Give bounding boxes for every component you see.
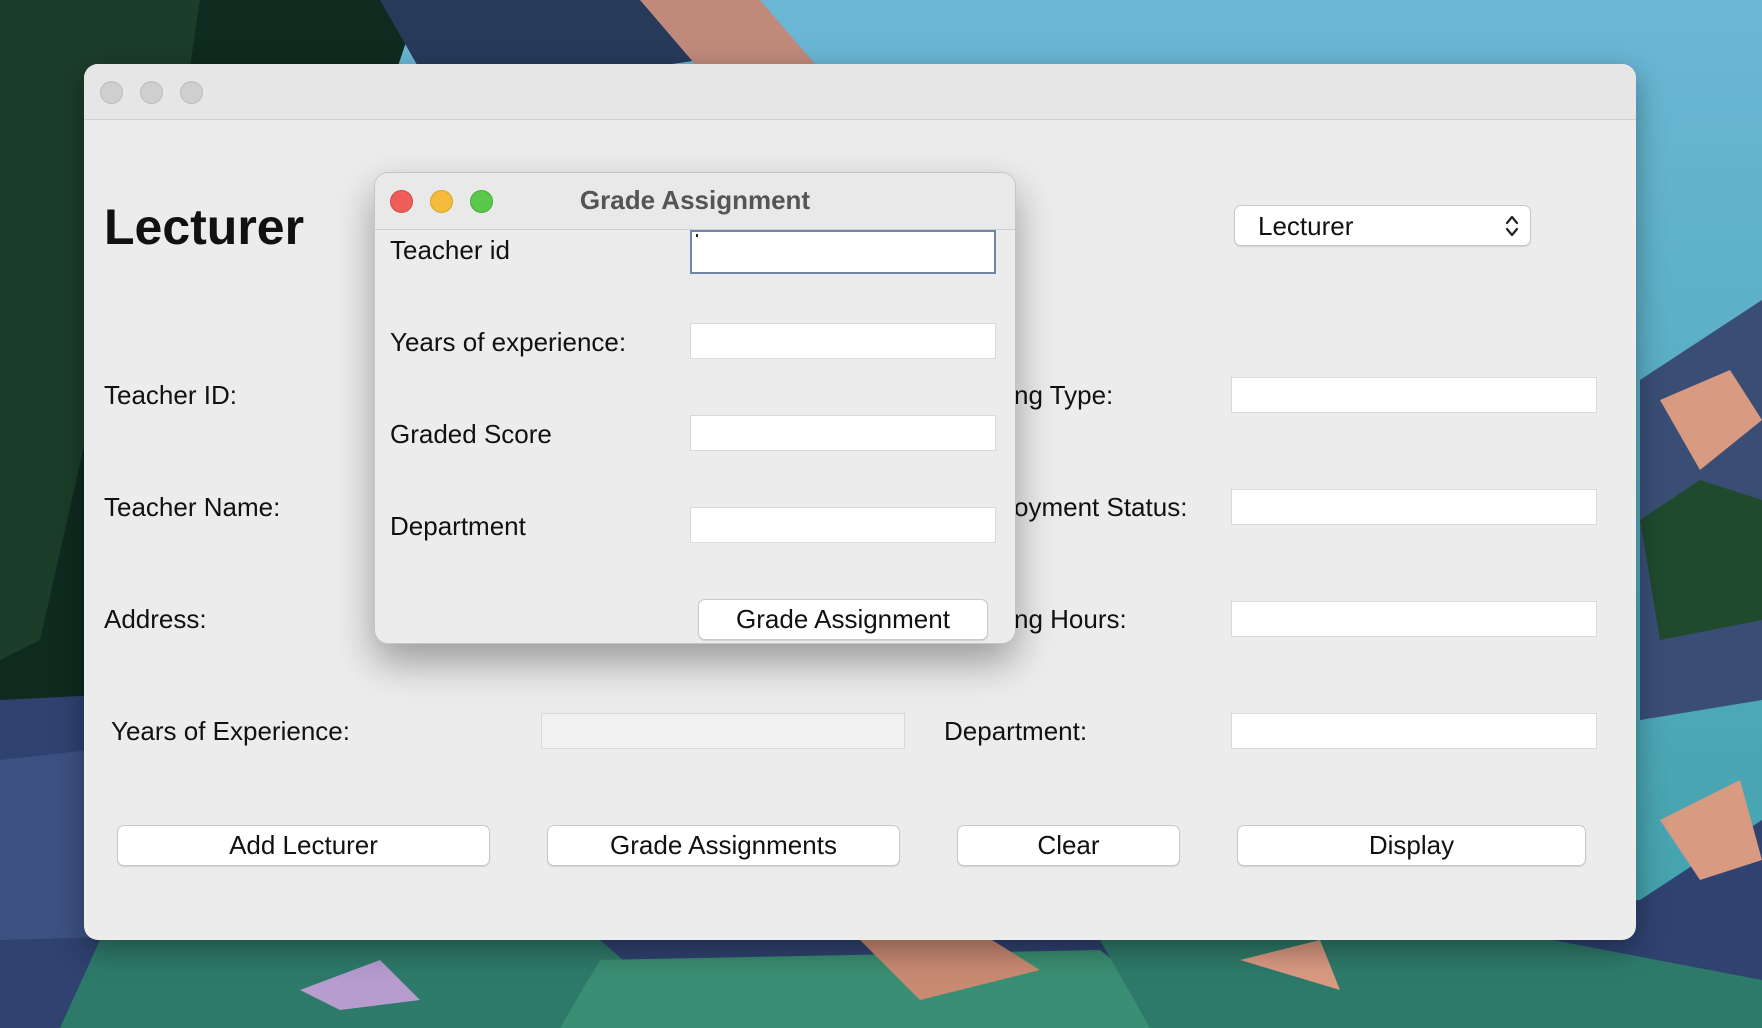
add-lecturer-button[interactable]: Add Lecturer (117, 825, 490, 866)
dialog-department-label: Department (390, 511, 526, 541)
page-title: Lecturer (104, 199, 305, 255)
dialog-graded-score-label: Graded Score (390, 419, 552, 449)
zoom-icon[interactable] (180, 81, 203, 104)
dialog-titlebar: Grade Assignment (375, 173, 1015, 230)
employment-status-field[interactable] (1231, 489, 1597, 525)
dialog-title: Grade Assignment (579, 185, 811, 215)
department-label: Department: (944, 716, 1088, 746)
working-type-label: ng Type: (1014, 380, 1114, 410)
role-select-value: Lecturer (1258, 211, 1354, 241)
role-select[interactable]: Lecturer (1234, 205, 1531, 246)
dialog-years-experience-field[interactable] (690, 323, 996, 359)
grade-assignment-button[interactable]: Grade Assignment (698, 599, 988, 640)
display-button[interactable]: Display (1237, 825, 1586, 866)
address-label: Address: (104, 604, 207, 634)
main-titlebar (84, 64, 1636, 120)
text-caret (696, 234, 698, 237)
grade-assignments-button[interactable]: Grade Assignments (547, 825, 900, 866)
clear-button[interactable]: Clear (957, 825, 1180, 866)
working-hours-label: ng Hours: (1014, 604, 1127, 634)
dialog-teacher-id-label: Teacher id (390, 235, 510, 265)
close-icon[interactable] (100, 81, 123, 104)
chevron-updown-icon (1505, 215, 1519, 237)
years-experience-field[interactable] (541, 713, 905, 749)
dialog-department-field[interactable] (690, 507, 996, 543)
grade-assignment-dialog: Grade Assignment Teacher id Years of exp… (374, 172, 1016, 644)
teacher-name-label: Teacher Name: (104, 492, 281, 522)
working-type-field[interactable] (1231, 377, 1597, 413)
teacher-id-label: Teacher ID: (104, 380, 237, 410)
dialog-graded-score-field[interactable] (690, 415, 996, 451)
dialog-years-experience-label: Years of experience: (390, 327, 627, 357)
years-experience-label: Years of Experience: (111, 716, 350, 746)
minimize-icon[interactable] (140, 81, 163, 104)
employment-status-label: oyment Status: (1014, 492, 1188, 522)
dialog-teacher-id-field[interactable] (690, 230, 996, 274)
department-field[interactable] (1231, 713, 1597, 749)
working-hours-field[interactable] (1231, 601, 1597, 637)
